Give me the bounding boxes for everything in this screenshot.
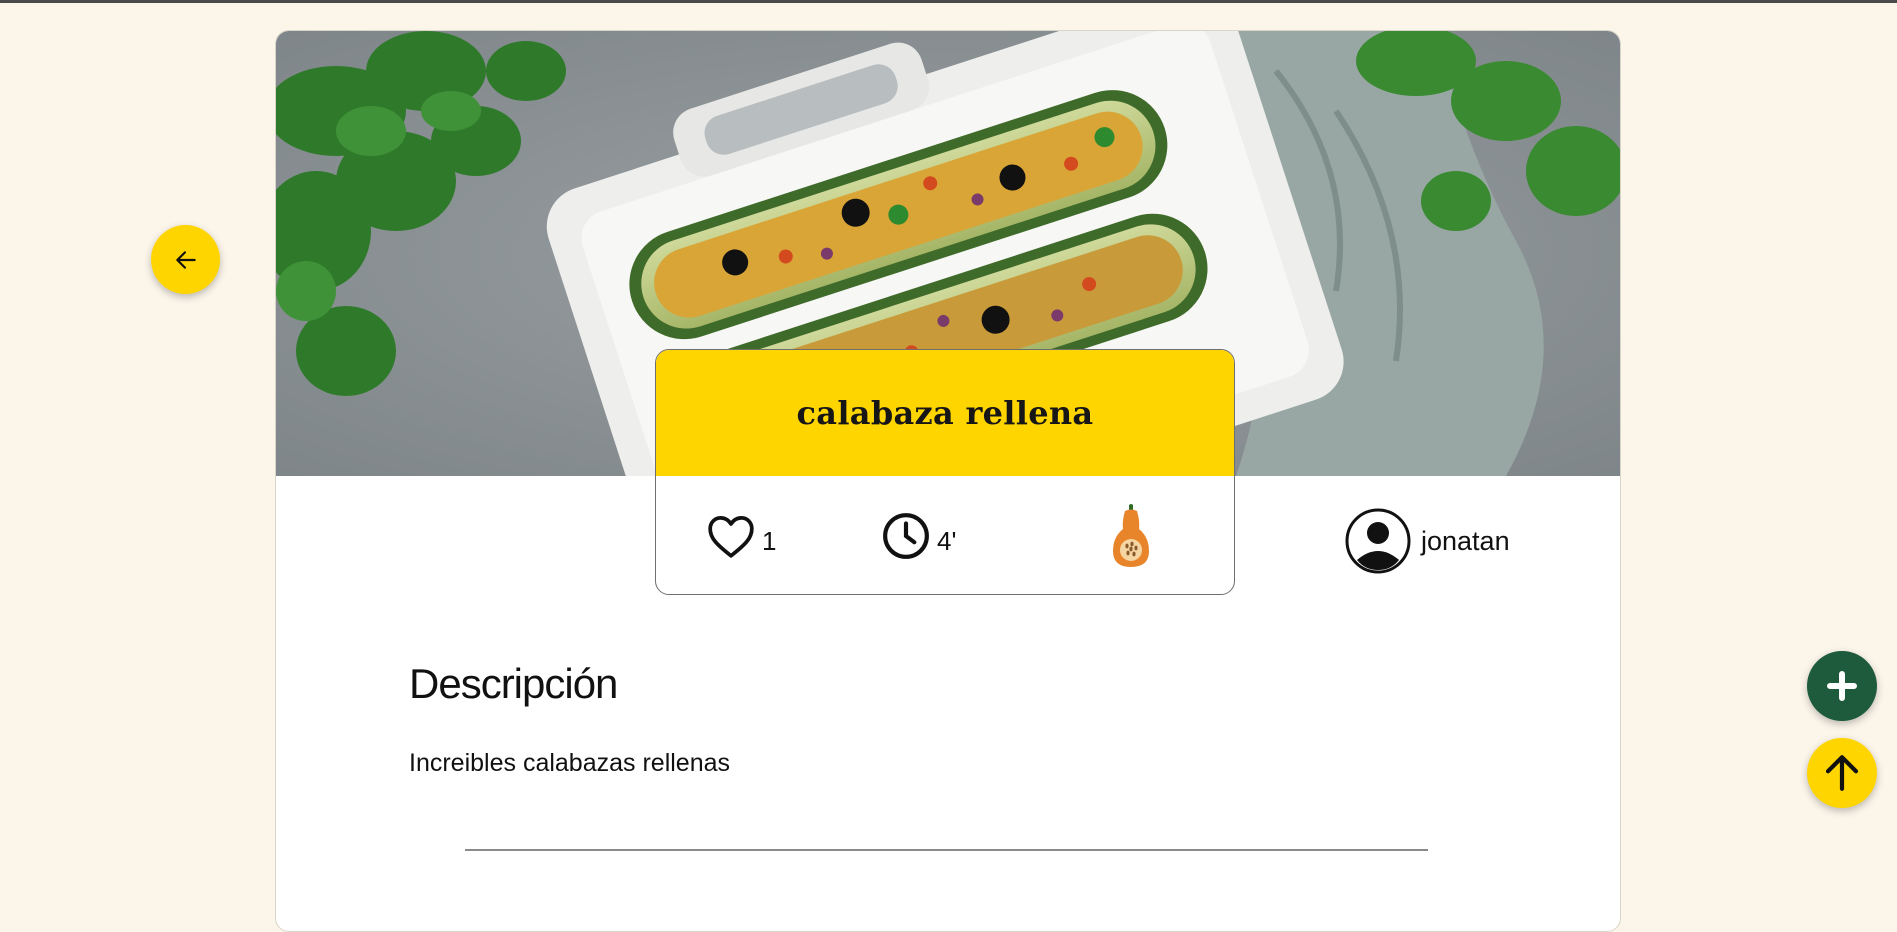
scroll-top-button[interactable] (1807, 738, 1877, 808)
butternut-squash-icon (1113, 504, 1149, 567)
description-heading: Descripción (409, 660, 618, 707)
user-avatar-icon[interactable] (1345, 508, 1411, 574)
clock-icon (883, 513, 929, 559)
arrow-left-icon (175, 250, 196, 269)
likes-count: 1 (762, 525, 777, 556)
top-border (0, 0, 1897, 3)
recipe-title: calabaza rellena (796, 394, 1094, 432)
heart-icon[interactable] (706, 513, 756, 559)
description-text: Increibles calabazas rellenas (409, 749, 731, 777)
time-value: 4' (937, 525, 957, 556)
back-button[interactable] (151, 225, 220, 294)
author-info[interactable]: jonatan (1345, 508, 1510, 574)
likes-stat[interactable]: 1 (706, 476, 777, 594)
arrow-up-icon (1825, 755, 1859, 791)
recipe-stats: 1 4' (656, 476, 1234, 594)
category-stat (1109, 476, 1153, 594)
divider (465, 849, 1428, 851)
add-recipe-button[interactable] (1807, 651, 1877, 721)
author-name[interactable]: jonatan (1421, 526, 1510, 557)
recipe-info-box: calabaza rellena 1 4' (655, 349, 1235, 595)
time-stat: 4' (881, 476, 957, 594)
title-band: calabaza rellena (656, 350, 1234, 476)
plus-icon (1827, 671, 1857, 701)
